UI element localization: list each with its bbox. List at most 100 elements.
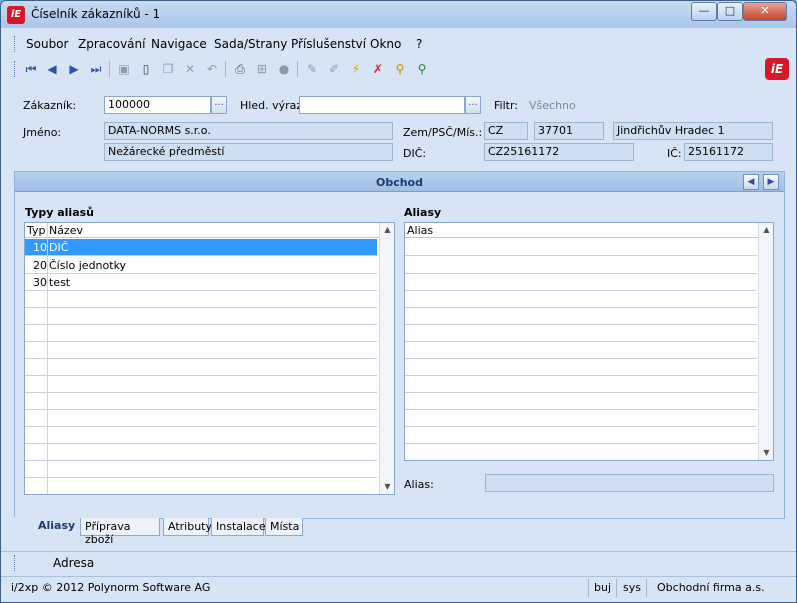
first-icon[interactable]: ⏮ <box>23 61 39 77</box>
tab-priprava-zbozi[interactable]: Příprava zboží <box>80 518 160 546</box>
menu-okno[interactable]: Okno <box>370 37 401 51</box>
table-row[interactable] <box>25 291 377 308</box>
toolbar-separator <box>297 61 298 77</box>
table-row[interactable] <box>405 410 757 427</box>
table-row[interactable] <box>25 461 377 478</box>
app-logo-icon: iE <box>7 6 25 24</box>
tab-instalace[interactable]: Instalace <box>211 518 266 536</box>
table-row[interactable] <box>405 291 757 308</box>
table-row[interactable]: 10 DIČ <box>25 239 377 256</box>
table-row[interactable] <box>25 342 377 359</box>
table-row[interactable] <box>25 478 377 494</box>
print-icon[interactable]: ⎙ <box>232 61 248 77</box>
section-grip-icon[interactable] <box>14 555 16 571</box>
aliasy-scrollbar[interactable]: ▲ ▼ <box>758 223 773 460</box>
pen-icon[interactable]: ✐ <box>326 61 342 77</box>
status-user: buj <box>594 581 612 594</box>
filtr-value[interactable]: Všechno <box>529 99 576 112</box>
disabled-icon[interactable]: ● <box>276 61 292 77</box>
next-icon[interactable]: ▶ <box>66 61 82 77</box>
new-icon[interactable]: ▯ <box>138 61 154 77</box>
typy-aliasu-grid[interactable]: Typ Název 10 DIČ 20 Číslo jednotky 30 te… <box>24 222 395 495</box>
delete-icon[interactable]: ✕ <box>182 61 198 77</box>
menu-prislusenstvi[interactable]: Příslušenství <box>291 37 366 51</box>
zakaznik-input[interactable]: 100000 <box>104 96 211 114</box>
toolbar-grip-icon[interactable] <box>14 61 16 77</box>
filter-icon[interactable]: ⚡ <box>348 61 364 77</box>
copy-icon[interactable]: ❐ <box>160 61 176 77</box>
brand-logo-icon: iE <box>765 58 789 80</box>
close-button[interactable]: ✕ <box>743 2 787 21</box>
hled-vyraz-lookup-button[interactable]: ... <box>465 96 481 114</box>
tab-aliasy[interactable]: Aliasy <box>14 517 80 535</box>
alias-field[interactable] <box>485 474 774 492</box>
menu-grip-icon[interactable] <box>14 36 16 52</box>
status-system: sys <box>623 581 641 594</box>
cell-nazev: DIČ <box>49 241 69 254</box>
col-typ-header[interactable]: Typ <box>27 224 46 237</box>
scroll-up-icon[interactable]: ▲ <box>759 223 773 237</box>
scroll-up-icon[interactable]: ▲ <box>380 223 394 237</box>
last-icon[interactable]: ⏭ <box>88 61 104 77</box>
table-row[interactable] <box>25 359 377 376</box>
search-next-icon[interactable]: ⚲ <box>414 61 430 77</box>
ic-field: 25161172 <box>684 143 773 161</box>
table-row[interactable] <box>25 376 377 393</box>
status-company: Obchodní firma a.s. <box>657 581 765 594</box>
zakaznik-lookup-button[interactable]: ... <box>211 96 227 114</box>
table-row[interactable] <box>405 376 757 393</box>
table-row[interactable]: 30 test <box>25 274 377 291</box>
tree-icon[interactable]: ⊞ <box>254 61 270 77</box>
maximize-button[interactable]: □ <box>717 2 743 21</box>
undo-icon[interactable]: ↶ <box>204 61 220 77</box>
prev-icon[interactable]: ◀ <box>44 61 60 77</box>
section-bar: Adresa <box>1 551 796 573</box>
zakaznik-label: Zákazník: <box>23 99 77 112</box>
adresa-button[interactable]: Adresa <box>53 556 94 570</box>
table-row[interactable] <box>405 359 757 376</box>
col-nazev-header[interactable]: Název <box>49 224 83 237</box>
edit-icon[interactable]: ✎ <box>304 61 320 77</box>
typy-scrollbar[interactable]: ▲ ▼ <box>379 223 394 494</box>
hled-vyraz-input[interactable] <box>299 96 465 114</box>
clear-filter-icon[interactable]: ✗ <box>370 61 386 77</box>
table-row[interactable] <box>405 393 757 410</box>
table-row[interactable]: 20 Číslo jednotky <box>25 257 377 274</box>
table-row[interactable] <box>405 342 757 359</box>
panel-next-icon[interactable]: ▶ <box>763 174 779 190</box>
table-row[interactable] <box>25 308 377 325</box>
toolbar-separator <box>109 61 110 77</box>
menu-soubor[interactable]: Soubor <box>26 37 68 51</box>
tab-mista[interactable]: Místa <box>265 518 303 536</box>
table-row[interactable] <box>25 410 377 427</box>
table-row[interactable] <box>405 427 757 444</box>
table-row[interactable] <box>25 325 377 342</box>
menu-navigace[interactable]: Navigace <box>151 37 207 51</box>
typy-grid-header: Typ Název <box>25 223 379 238</box>
panel-prev-icon[interactable]: ◀ <box>743 174 759 190</box>
menu-zpracovani[interactable]: Zpracování <box>78 37 145 51</box>
status-bar: i/2xp © 2012 Polynorm Software AG buj sy… <box>1 576 796 602</box>
table-row[interactable] <box>25 427 377 444</box>
col-alias-header[interactable]: Alias <box>407 224 433 237</box>
scroll-down-icon[interactable]: ▼ <box>380 480 394 494</box>
table-row[interactable] <box>405 308 757 325</box>
table-row[interactable] <box>405 257 757 274</box>
scroll-down-icon[interactable]: ▼ <box>759 446 773 460</box>
table-row[interactable] <box>405 274 757 291</box>
menu-help[interactable]: ? <box>416 37 422 51</box>
status-separator <box>646 579 647 597</box>
search-icon[interactable]: ⚲ <box>392 61 408 77</box>
menu-sada-strany[interactable]: Sada/Strany <box>214 37 287 51</box>
ic-label: IČ: <box>667 147 682 160</box>
table-row[interactable] <box>405 239 757 256</box>
table-row[interactable] <box>405 325 757 342</box>
minimize-button[interactable]: — <box>691 2 717 21</box>
tab-atributy[interactable]: Atributy <box>163 518 212 536</box>
table-row[interactable] <box>25 444 377 461</box>
status-separator <box>616 579 617 597</box>
save-icon[interactable]: ▣ <box>116 61 132 77</box>
aliasy-grid[interactable]: Alias ▲ ▼ <box>404 222 774 461</box>
copyright-text: i/2xp © 2012 Polynorm Software AG <box>11 581 211 594</box>
table-row[interactable] <box>25 393 377 410</box>
